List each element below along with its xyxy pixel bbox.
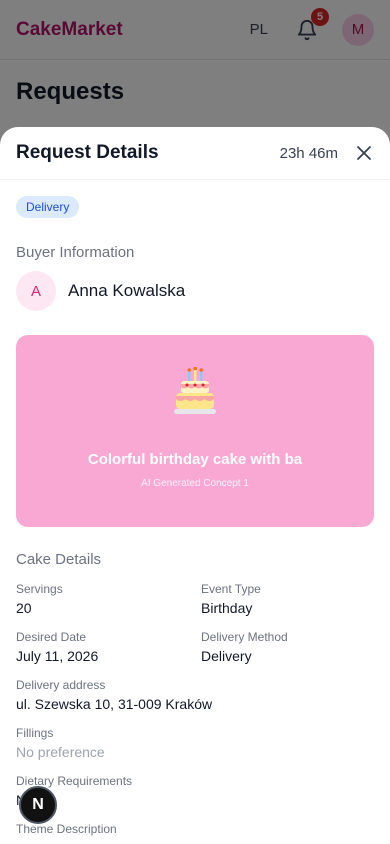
fillings-label: Fillings [16,726,54,740]
dev-tools-button[interactable]: N [19,786,57,824]
sheet-header: Request Details 23h 46m [0,127,390,180]
servings-value: 20 [16,600,32,616]
buyer-section-label: Buyer Information [16,244,135,261]
desired-date-value: July 11, 2026 [16,648,99,664]
theme-label: Theme Description [16,822,117,836]
delivery-method-value: Delivery [201,648,252,664]
cake-icon [174,367,216,414]
field-desired-date: Desired Date July 11, 2026 [16,630,201,664]
desired-date-label: Desired Date [16,630,87,644]
concept-title: Colorful birthday cake with ba [87,451,303,468]
ai-concept-card[interactable]: Colorful birthday cake with ba AI Genera… [16,335,374,527]
cake-details-label: Cake Details [16,551,102,568]
event-type-label: Event Type [201,582,261,596]
buyer-name: Anna Kowalska [68,281,186,300]
field-servings: Servings 20 [16,582,201,616]
field-delivery-address: Delivery address ul. Szewska 10, 31-009 … [16,678,374,712]
buyer-row: A Anna Kowalska [16,271,374,311]
event-type-value: Birthday [201,600,253,616]
time-remaining: 23h 46m [279,144,338,162]
delivery-address-label: Delivery address [16,678,106,692]
delivery-address-value: ul. Szewska 10, 31-009 Kraków [16,696,213,712]
field-delivery-method: Delivery Method Delivery [201,630,374,664]
close-icon [357,146,371,160]
sheet-title: Request Details [16,142,159,163]
field-theme: Theme Description [16,822,374,836]
buyer-avatar: A [16,271,56,311]
request-details-sheet: Request Details 23h 46m Delivery Buyer I… [0,127,390,844]
delivery-method-label: Delivery Method [201,630,288,644]
dietary-label: Dietary Requirements [16,774,133,788]
cake-details-grid: Servings 20 Event Type Birthday Desired … [16,582,374,836]
field-dietary: Dietary Requirements N [16,774,374,808]
fillings-value: No preference [16,744,105,760]
field-fillings: Fillings No preference [16,726,374,760]
close-button[interactable] [354,143,374,163]
servings-label: Servings [16,582,63,596]
dietary-value: N [16,792,374,808]
field-event-type: Event Type Birthday [201,582,374,616]
sheet-body[interactable]: Delivery Buyer Information A Anna Kowals… [0,180,390,844]
delivery-tag: Delivery [16,196,80,218]
concept-subtitle: AI Generated Concept 1 [141,478,249,489]
